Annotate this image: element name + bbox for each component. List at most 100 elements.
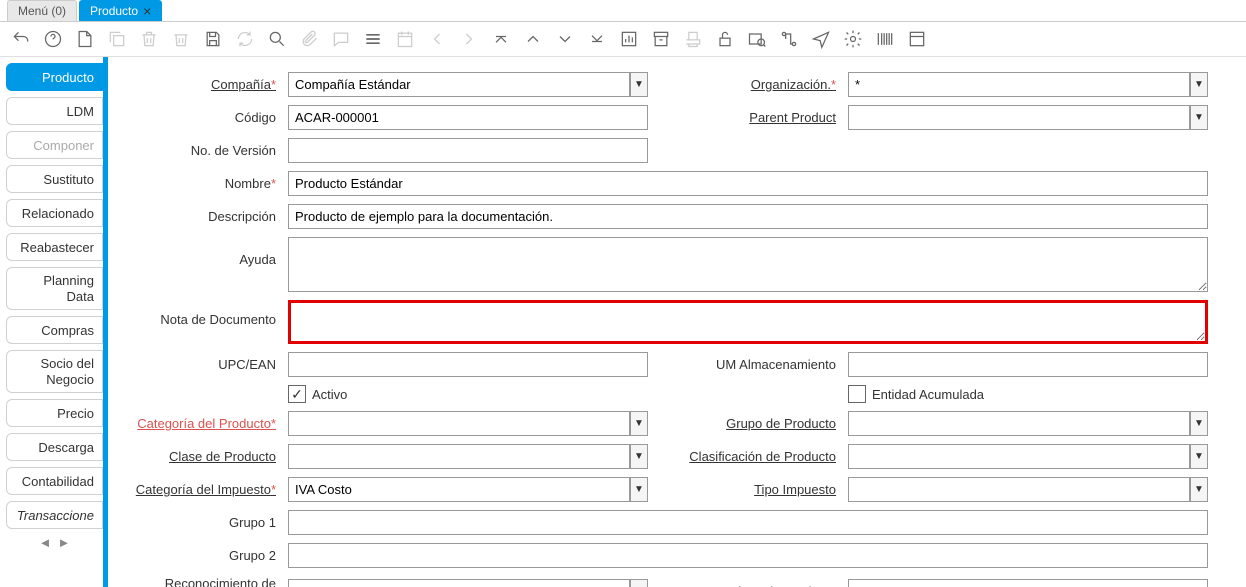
chevron-down-icon[interactable]: ▼ <box>630 579 648 587</box>
search-icon[interactable] <box>266 28 288 50</box>
chevron-down-icon[interactable]: ▼ <box>1190 72 1208 97</box>
sidebar-item-reabastecer[interactable]: Reabastecer <box>6 233 103 261</box>
chat-icon <box>330 28 352 50</box>
combo-categoria-producto[interactable]: ▼ <box>288 411 648 436</box>
sidebar-item-ldm[interactable]: LDM <box>6 97 103 125</box>
combo-parent-product[interactable]: ▼ <box>848 105 1208 130</box>
checkbox-entidad[interactable]: Entidad Acumulada <box>848 385 1208 403</box>
sidebar-item-transacciones[interactable]: Transaccione <box>6 501 103 529</box>
report-icon[interactable] <box>618 28 640 50</box>
combo-categoria-impuesto[interactable]: ▼ <box>288 477 648 502</box>
form-content: Compañía* ▼ Organización.* ▼ Código Pare… <box>108 57 1246 587</box>
chevron-right-icon[interactable]: ► <box>58 535 71 550</box>
label-grupo1: Grupo 1 <box>128 515 278 530</box>
print-icon <box>682 28 704 50</box>
textarea-ayuda[interactable] <box>288 237 1208 292</box>
label-nombre: Nombre* <box>128 176 278 191</box>
help-icon[interactable] <box>42 28 64 50</box>
sidebar-scroll[interactable]: ◄ ► <box>6 535 103 550</box>
combo-reconocimiento[interactable]: ▼ <box>288 579 648 587</box>
sidebar-item-socio[interactable]: Socio del Negocio <box>6 350 103 393</box>
label-codigo: Código <box>128 110 278 125</box>
input-descripcion[interactable] <box>288 204 1208 229</box>
send-icon[interactable] <box>810 28 832 50</box>
sidebar-item-componer[interactable]: Componer <box>6 131 103 159</box>
combo-tipo-impuesto[interactable]: ▼ <box>848 477 1208 502</box>
input-no-version[interactable] <box>288 138 648 163</box>
next-record-icon[interactable] <box>554 28 576 50</box>
input-reconocimiento[interactable] <box>288 579 630 587</box>
input-parent-product[interactable] <box>848 105 1190 130</box>
input-organizacion[interactable] <box>848 72 1190 97</box>
combo-clase-producto[interactable]: ▼ <box>288 444 648 469</box>
chevron-down-icon[interactable]: ▼ <box>630 72 648 97</box>
chevron-down-icon[interactable]: ▼ <box>1190 105 1208 130</box>
close-icon[interactable]: × <box>143 3 151 19</box>
sidebar-item-contabilidad[interactable]: Contabilidad <box>6 467 103 495</box>
workflow-icon[interactable] <box>778 28 800 50</box>
copy-icon <box>106 28 128 50</box>
barcode-icon[interactable] <box>874 28 896 50</box>
first-record-icon[interactable] <box>490 28 512 50</box>
tab-producto[interactable]: Producto × <box>79 0 162 21</box>
sidebar-item-compras[interactable]: Compras <box>6 316 103 344</box>
new-icon[interactable] <box>74 28 96 50</box>
grid-toggle-icon[interactable] <box>362 28 384 50</box>
checkbox-activo[interactable]: ✓ Activo <box>288 385 648 403</box>
combo-compania[interactable]: ▼ <box>288 72 648 97</box>
zoom-icon[interactable] <box>746 28 768 50</box>
input-grupo-producto[interactable] <box>848 411 1190 436</box>
input-clase-producto[interactable] <box>288 444 630 469</box>
textarea-nota-documento[interactable] <box>288 300 1208 344</box>
input-clasificacion-producto[interactable] <box>848 444 1190 469</box>
label-parent-product: Parent Product <box>658 110 838 125</box>
tab-menu-label: Menú (0) <box>18 4 66 18</box>
archive-icon[interactable] <box>650 28 672 50</box>
input-grupo2[interactable] <box>288 543 1208 568</box>
input-categoria-impuesto[interactable] <box>288 477 630 502</box>
chevron-down-icon[interactable]: ▼ <box>630 444 648 469</box>
input-tipo-impuesto[interactable] <box>848 477 1190 502</box>
label-um-almacen: UM Almacenamiento <box>658 357 838 372</box>
chevron-down-icon[interactable]: ▼ <box>1190 477 1208 502</box>
input-linea-producto[interactable] <box>848 579 1208 587</box>
gear-icon[interactable] <box>842 28 864 50</box>
chevron-down-icon[interactable]: ▼ <box>630 477 648 502</box>
save-icon[interactable] <box>202 28 224 50</box>
sidebar-item-relacionado[interactable]: Relacionado <box>6 199 103 227</box>
prev-record-icon[interactable] <box>522 28 544 50</box>
sidebar-item-precio[interactable]: Precio <box>6 399 103 427</box>
label-clase-producto: Clase de Producto <box>128 449 278 464</box>
input-categoria-producto[interactable] <box>288 411 630 436</box>
chevron-left-icon[interactable]: ◄ <box>39 535 52 550</box>
combo-organizacion[interactable]: ▼ <box>848 72 1208 97</box>
input-upc-ean[interactable] <box>288 352 648 377</box>
sidebar-item-descarga[interactable]: Descarga <box>6 433 103 461</box>
customize-icon[interactable] <box>906 28 928 50</box>
tab-menu[interactable]: Menú (0) <box>7 0 77 21</box>
chevron-down-icon[interactable]: ▼ <box>630 411 648 436</box>
sidebar-item-sustituto[interactable]: Sustituto <box>6 165 103 193</box>
undo-icon[interactable] <box>10 28 32 50</box>
sidebar: Producto LDM Componer Sustituto Relacion… <box>0 57 103 587</box>
combo-grupo-producto[interactable]: ▼ <box>848 411 1208 436</box>
calendar-icon <box>394 28 416 50</box>
label-categoria-producto: Categoría del Producto* <box>128 416 278 431</box>
label-activo: Activo <box>312 387 347 402</box>
input-grupo1[interactable] <box>288 510 1208 535</box>
input-um-almacen[interactable] <box>848 352 1208 377</box>
chevron-down-icon[interactable]: ▼ <box>1190 444 1208 469</box>
input-compania[interactable] <box>288 72 630 97</box>
last-record-icon[interactable] <box>586 28 608 50</box>
input-codigo[interactable] <box>288 105 648 130</box>
combo-clasificacion-producto[interactable]: ▼ <box>848 444 1208 469</box>
tab-producto-label: Producto <box>90 4 138 18</box>
checkbox-activo-box[interactable]: ✓ <box>288 385 306 403</box>
prev-icon <box>426 28 448 50</box>
input-nombre[interactable] <box>288 171 1208 196</box>
sidebar-item-planning[interactable]: Planning Data <box>6 267 103 310</box>
chevron-down-icon[interactable]: ▼ <box>1190 411 1208 436</box>
checkbox-entidad-box[interactable] <box>848 385 866 403</box>
lock-icon[interactable] <box>714 28 736 50</box>
sidebar-item-producto[interactable]: Producto <box>6 63 103 91</box>
